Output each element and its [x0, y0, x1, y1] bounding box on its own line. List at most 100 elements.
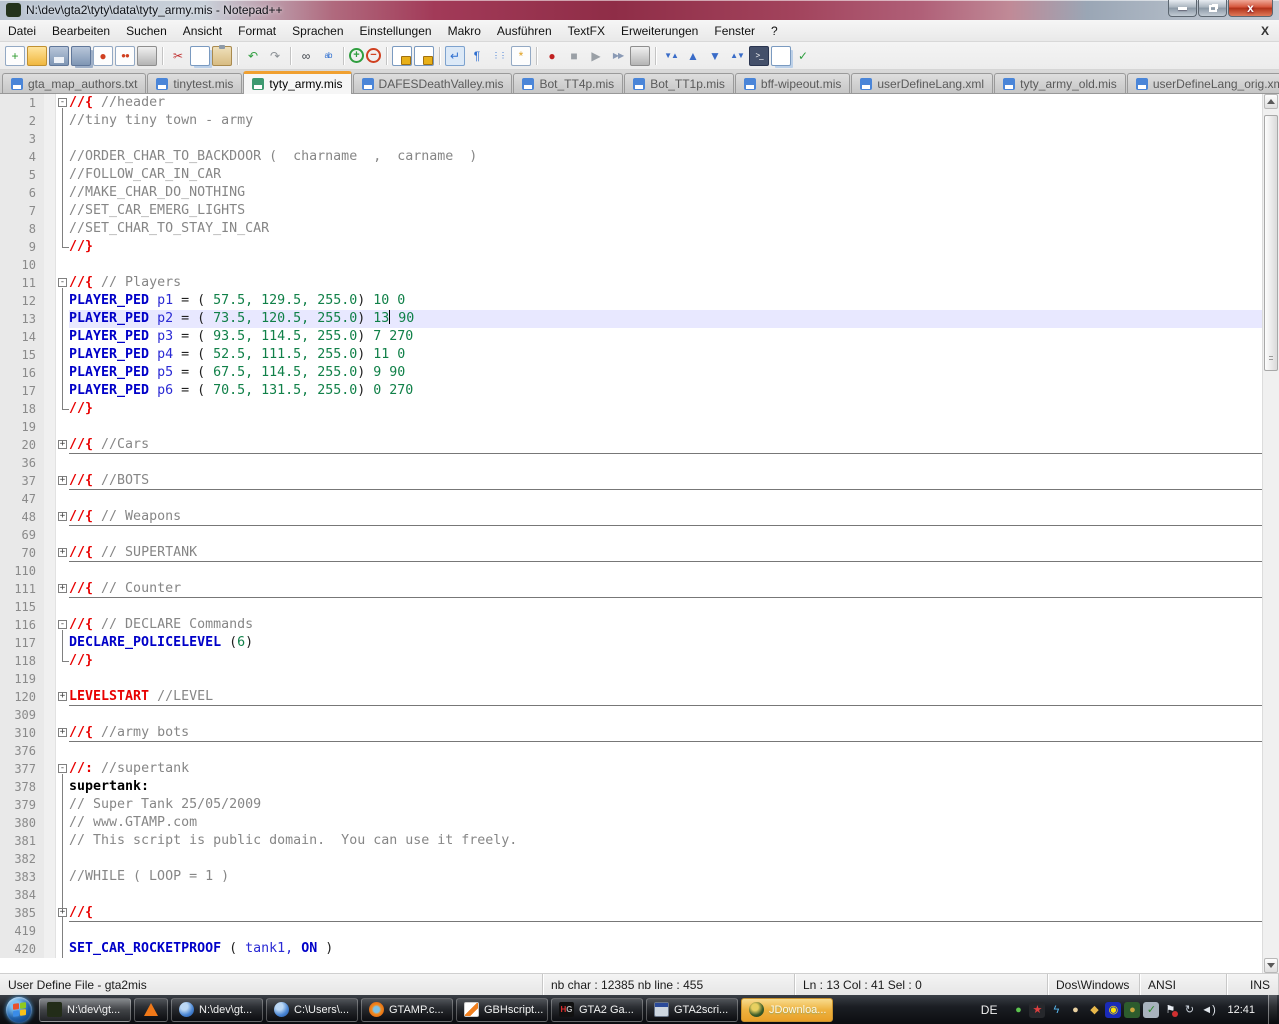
new-file-icon[interactable]: + [5, 46, 25, 66]
macro-run-multi-icon[interactable]: ▶▶ [608, 46, 628, 66]
bookmark-margin[interactable] [44, 760, 56, 778]
sync-horizontal-scroll-icon[interactable] [414, 46, 434, 66]
bookmark-margin[interactable] [44, 634, 56, 652]
menu-item-ausfhren[interactable]: Ausführen [489, 21, 560, 41]
close-button[interactable]: x [1228, 0, 1273, 17]
bookmark-margin[interactable] [44, 904, 56, 922]
undo-icon[interactable]: ↶ [243, 46, 263, 66]
taskbar-button-explorer[interactable]: C:\Users\... [266, 998, 358, 1022]
doc-monitor-icon[interactable] [771, 46, 791, 66]
scroll-down-icon[interactable] [1264, 958, 1278, 973]
line-text[interactable]: PLAYER_PED p6 = ( 70.5, 131.5, 255.0) 0 … [69, 382, 1262, 400]
close-all-docs-icon[interactable]: ●● [115, 46, 135, 66]
bookmark-margin[interactable] [44, 292, 56, 310]
line-text[interactable]: PLAYER_PED p1 = ( 57.5, 129.5, 255.0) 10… [69, 292, 1262, 310]
bookmark-margin[interactable] [44, 382, 56, 400]
bookmark-margin[interactable] [44, 544, 56, 562]
bookmark-margin[interactable] [44, 922, 56, 940]
menu-item-sprachen[interactable]: Sprachen [284, 21, 351, 41]
bookmark-margin[interactable] [44, 670, 56, 688]
line-text[interactable]: //} [69, 652, 1262, 670]
cut-icon[interactable]: ✂ [168, 46, 188, 66]
taskbar-button-console-window[interactable]: GTA2scri... [646, 998, 738, 1022]
fold-collapse-icon[interactable]: - [56, 274, 69, 292]
bookmark-margin[interactable] [44, 868, 56, 886]
bookmark-margin[interactable] [44, 112, 56, 130]
line-text[interactable]: //WHILE ( LOOP = 1 ) [69, 868, 1262, 886]
bookmark-margin[interactable] [44, 688, 56, 706]
bookmark-margin[interactable] [44, 562, 56, 580]
editor-lines[interactable]: 1-//{ //header2//tiny tiny town - army34… [0, 94, 1262, 958]
taskbar-button-firefox[interactable]: GTAMP.c... [361, 998, 453, 1022]
line-text[interactable] [69, 454, 1262, 472]
bookmark-margin[interactable] [44, 652, 56, 670]
tab-bot-tt4p-mis[interactable]: Bot_TT4p.mis [513, 73, 623, 93]
collapse-fold-icon[interactable]: ▼▲ [661, 46, 681, 66]
line-text[interactable] [69, 130, 1262, 148]
zoom-in-icon[interactable]: + [349, 48, 364, 63]
line-text[interactable]: PLAYER_PED p5 = ( 67.5, 114.5, 255.0) 9 … [69, 364, 1262, 382]
bookmark-margin[interactable] [44, 184, 56, 202]
line-text[interactable] [69, 850, 1262, 868]
print-icon[interactable] [137, 46, 157, 66]
fold-expand-icon[interactable]: + [56, 580, 69, 598]
zoom-out-icon[interactable]: − [366, 48, 381, 63]
tab-userdefinelang-orig-xml[interactable]: userDefineLang_orig.xml [1127, 73, 1279, 93]
line-text[interactable] [69, 490, 1262, 508]
user-lang-dialog-icon[interactable]: * [511, 46, 531, 66]
bookmark-margin[interactable] [44, 94, 56, 112]
media-player-icon[interactable]: ★ [1029, 1002, 1045, 1018]
line-text[interactable] [69, 256, 1262, 274]
line-text[interactable]: //{ //BOTS [69, 472, 1262, 490]
indent-guide-icon[interactable]: ⋮⋮ [489, 46, 509, 66]
close-doc-icon[interactable]: ● [93, 46, 113, 66]
bookmark-margin[interactable] [44, 454, 56, 472]
line-text[interactable]: //SET_CAR_EMERG_LIGHTS [69, 202, 1262, 220]
messenger-icon[interactable]: ● [1010, 1002, 1026, 1018]
network-status-icon[interactable]: ↻ [1181, 1002, 1197, 1018]
line-text[interactable]: //{ // Players [69, 274, 1262, 292]
bookmark-margin[interactable] [44, 778, 56, 796]
bookmark-margin[interactable] [44, 490, 56, 508]
fold-expand-icon[interactable]: + [56, 544, 69, 562]
line-text[interactable]: //} [69, 238, 1262, 256]
code-editor[interactable]: 1-//{ //header2//tiny tiny town - army34… [0, 94, 1279, 973]
bookmark-margin[interactable] [44, 724, 56, 742]
tab-tyty-army-old-mis[interactable]: tyty_army_old.mis [994, 73, 1126, 93]
sync-vertical-scroll-icon[interactable] [392, 46, 412, 66]
taskbar-button-vlc[interactable] [134, 998, 168, 1022]
line-text[interactable] [69, 922, 1262, 940]
menu-item-ansicht[interactable]: Ansicht [175, 21, 230, 41]
fold-expand-icon[interactable]: + [56, 724, 69, 742]
volume-icon[interactable]: ◄) [1200, 1002, 1216, 1018]
line-text[interactable]: //{ //header [69, 94, 1262, 112]
bookmark-margin[interactable] [44, 580, 56, 598]
close-document-icon[interactable]: X [1261, 24, 1269, 38]
line-text[interactable] [69, 742, 1262, 760]
fold-expand-icon[interactable]: + [56, 904, 69, 922]
line-text[interactable]: // This script is public domain. You can… [69, 832, 1262, 850]
bookmark-margin[interactable] [44, 616, 56, 634]
line-text[interactable]: //FOLLOW_CAR_IN_CAR [69, 166, 1262, 184]
bookmark-margin[interactable] [44, 832, 56, 850]
redo-icon[interactable]: ↷ [265, 46, 285, 66]
keyboard-language-indicator[interactable]: DE [973, 1003, 1006, 1017]
menu-item-suchen[interactable]: Suchen [118, 21, 175, 41]
bookmark-margin[interactable] [44, 418, 56, 436]
line-text[interactable] [69, 418, 1262, 436]
bookmark-margin[interactable] [44, 436, 56, 454]
line-text[interactable] [69, 598, 1262, 616]
line-text[interactable]: //{ // Weapons [69, 508, 1262, 526]
bookmark-margin[interactable] [44, 508, 56, 526]
show-desktop-button[interactable] [1268, 995, 1277, 1024]
daemon-tools-icon[interactable]: ϟ [1048, 1002, 1064, 1018]
tab-gta-map-authors-txt[interactable]: gta_map_authors.txt [2, 73, 146, 93]
save-all-icon[interactable] [71, 46, 91, 66]
menu-item-textfx[interactable]: TextFX [560, 21, 613, 41]
line-text[interactable]: //MAKE_CHAR_DO_NOTHING [69, 184, 1262, 202]
fold-collapse-icon[interactable]: - [56, 760, 69, 778]
menu-item-?[interactable]: ? [763, 21, 786, 41]
find-icon[interactable]: ∞ [296, 46, 316, 66]
bookmark-margin[interactable] [44, 796, 56, 814]
tab-tinytest-mis[interactable]: tinytest.mis [147, 73, 242, 93]
